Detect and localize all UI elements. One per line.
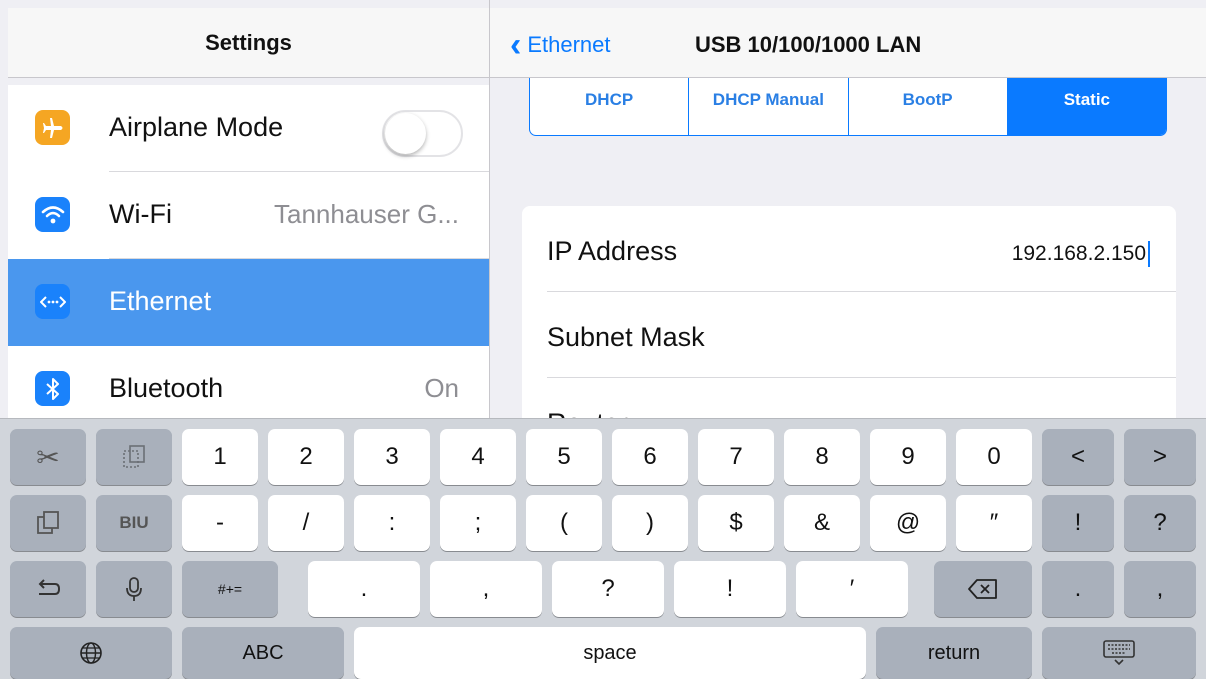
cursor-right-key[interactable]: > xyxy=(1124,429,1196,485)
format-key[interactable]: BIU xyxy=(96,495,172,551)
sidebar-item-label: Airplane Mode xyxy=(109,112,284,142)
ip-address-field[interactable]: 192.168.2.150 xyxy=(1012,241,1150,267)
return-key[interactable]: return xyxy=(876,627,1032,679)
sidebar-item-label: Wi-Fi xyxy=(109,199,172,229)
bluetooth-status: On xyxy=(424,373,459,403)
key-colon[interactable]: : xyxy=(354,495,430,551)
key-at[interactable]: @ xyxy=(870,495,946,551)
key-1[interactable]: 1 xyxy=(182,429,258,485)
key-0[interactable]: 0 xyxy=(956,429,1032,485)
paste-key[interactable] xyxy=(10,495,86,551)
key-close-paren[interactable]: ) xyxy=(612,495,688,551)
globe-key[interactable] xyxy=(10,627,172,679)
undo-icon xyxy=(38,579,61,595)
copy-icon xyxy=(123,445,145,468)
key-dollar[interactable]: $ xyxy=(698,495,774,551)
key-3[interactable]: 3 xyxy=(354,429,430,485)
sidebar-item-airplane-mode[interactable]: Airplane Mode xyxy=(8,85,489,172)
backspace-icon xyxy=(968,579,997,599)
sidebar-item-label: Bluetooth xyxy=(109,373,224,403)
cut-key[interactable]: ✂ xyxy=(10,429,86,485)
scissors-icon: ✂ xyxy=(36,441,60,473)
space-key[interactable]: space xyxy=(354,627,866,679)
key-period[interactable]: . xyxy=(308,561,420,617)
sidebar-item-ethernet[interactable]: Ethernet xyxy=(8,259,489,346)
segment-static[interactable]: Static xyxy=(1007,78,1166,135)
chevron-left-icon: ‹ xyxy=(510,26,522,64)
ethernet-detail-pane: ‹ Ethernet USB 10/100/1000 LAN DHCP DHCP… xyxy=(490,0,1206,418)
back-button[interactable]: ‹ Ethernet xyxy=(510,26,611,64)
onscreen-keyboard: ✂ 1 2 3 4 5 6 7 8 9 0 < > BIU - / : ; ( … xyxy=(0,418,1206,679)
sidebar-list: Airplane Mode Wi-Fi Tannhauser G... Ethe… xyxy=(8,85,489,418)
segment-dhcp-manual[interactable]: DHCP Manual xyxy=(689,78,849,135)
router-label: Router xyxy=(547,408,628,418)
segment-dhcp[interactable]: DHCP xyxy=(530,78,690,135)
sidebar-item-bluetooth[interactable]: Bluetooth On xyxy=(8,346,489,418)
key-6[interactable]: 6 xyxy=(612,429,688,485)
key-2[interactable]: 2 xyxy=(268,429,344,485)
ip-address-label: IP Address xyxy=(547,236,678,266)
abc-key[interactable]: ABC xyxy=(182,627,344,679)
wifi-network-name: Tannhauser G... xyxy=(274,199,459,229)
key-9[interactable]: 9 xyxy=(870,429,946,485)
toggle-knob xyxy=(385,113,426,154)
sidebar-item-wifi[interactable]: Wi-Fi Tannhauser G... xyxy=(8,172,489,259)
key-semicolon[interactable]: ; xyxy=(440,495,516,551)
ip-config-segmented-control: DHCP DHCP Manual BootP Static xyxy=(529,78,1167,136)
key-question-alt[interactable]: ? xyxy=(1124,495,1196,551)
page-title: USB 10/100/1000 LAN xyxy=(695,32,922,57)
settings-sidebar: Settings Airplane Mode Wi-Fi Tannhauser … xyxy=(0,0,489,418)
key-double-quote[interactable]: ″ xyxy=(956,495,1032,551)
sidebar-title: Settings xyxy=(205,30,292,55)
key-exclamation[interactable]: ! xyxy=(674,561,786,617)
chevron-left-icon: < xyxy=(1070,443,1085,470)
wifi-icon xyxy=(35,197,70,232)
back-button-label: Ethernet xyxy=(527,32,611,57)
key-7[interactable]: 7 xyxy=(698,429,774,485)
microphone-icon xyxy=(126,577,142,601)
more-symbols-key[interactable]: #+= xyxy=(182,561,278,617)
ip-address-row[interactable]: IP Address 192.168.2.150 xyxy=(522,206,1176,292)
chevron-right-icon: > xyxy=(1152,443,1167,470)
key-5[interactable]: 5 xyxy=(526,429,602,485)
key-dash[interactable]: - xyxy=(182,495,258,551)
ip-address-value: 192.168.2.150 xyxy=(1011,242,1146,265)
airplane-icon xyxy=(35,110,70,145)
key-apostrophe[interactable]: ′ xyxy=(796,561,908,617)
sidebar-item-label: Ethernet xyxy=(109,286,212,316)
ethernet-icon xyxy=(35,284,70,319)
key-question[interactable]: ? xyxy=(552,561,664,617)
dictation-key[interactable] xyxy=(96,561,172,617)
key-exclamation-alt[interactable]: ! xyxy=(1042,495,1114,551)
key-comma-alt[interactable]: , xyxy=(1124,561,1196,617)
cursor-left-key[interactable]: < xyxy=(1042,429,1114,485)
key-period-alt[interactable]: . xyxy=(1042,561,1114,617)
keyboard-dismiss-icon xyxy=(1103,640,1135,666)
segment-bootp[interactable]: BootP xyxy=(849,78,1008,135)
subnet-mask-row[interactable]: Subnet Mask xyxy=(522,292,1176,378)
key-ampersand[interactable]: & xyxy=(784,495,860,551)
key-open-paren[interactable]: ( xyxy=(526,495,602,551)
copy-key[interactable] xyxy=(96,429,172,485)
key-8[interactable]: 8 xyxy=(784,429,860,485)
airplane-mode-toggle[interactable] xyxy=(382,110,463,157)
undo-key[interactable] xyxy=(10,561,86,617)
paste-icon xyxy=(37,511,59,534)
key-4[interactable]: 4 xyxy=(440,429,516,485)
key-slash[interactable]: / xyxy=(268,495,344,551)
key-comma[interactable]: , xyxy=(430,561,542,617)
bluetooth-icon xyxy=(35,371,70,406)
detail-header: ‹ Ethernet USB 10/100/1000 LAN xyxy=(490,8,1206,78)
dismiss-keyboard-key[interactable] xyxy=(1042,627,1196,679)
delete-key[interactable] xyxy=(934,561,1032,617)
router-row[interactable]: Router xyxy=(522,378,1176,418)
static-ip-form: IP Address 192.168.2.150 Subnet Mask Rou… xyxy=(522,206,1176,418)
sidebar-header: Settings xyxy=(8,8,489,78)
globe-icon xyxy=(80,642,102,664)
text-cursor xyxy=(1148,241,1150,267)
subnet-mask-label: Subnet Mask xyxy=(547,322,705,352)
